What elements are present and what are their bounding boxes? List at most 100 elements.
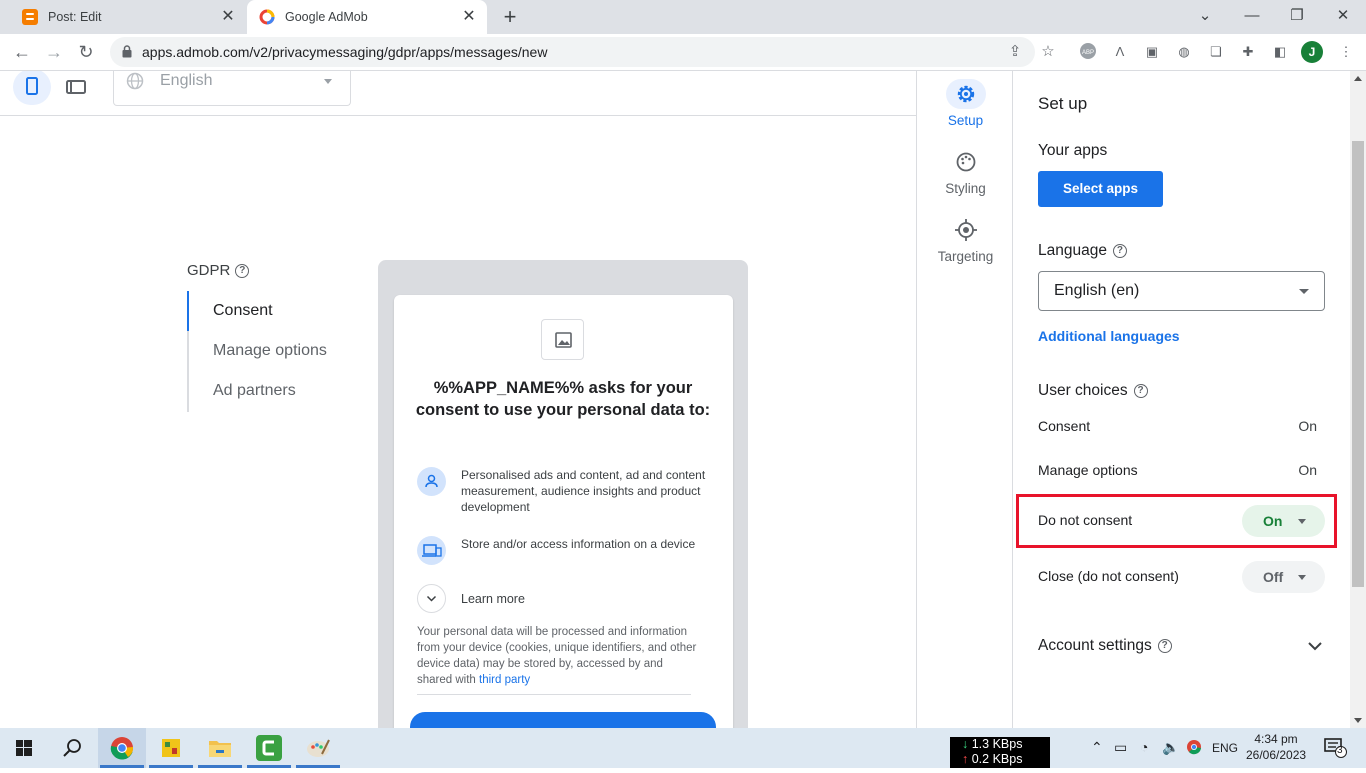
dropdown-value: Off [1263, 569, 1284, 585]
devices-icon [417, 536, 446, 565]
scroll-thumb[interactable] [1352, 141, 1364, 587]
forward-icon[interactable]: → [42, 40, 66, 64]
address-bar[interactable]: apps.admob.com/v2/privacymessaging/gdpr/… [110, 37, 1035, 67]
net-down-value: 1.3 KBps [971, 737, 1023, 751]
paint-icon [307, 739, 330, 757]
tab-google-admob[interactable]: Google AdMob ✕ [247, 0, 487, 34]
tablet-preview-button[interactable] [64, 77, 88, 97]
language-select-value: English (en) [1054, 282, 1140, 299]
wifi-icon[interactable]: ◔ [1140, 739, 1148, 755]
volume-icon[interactable]: 🔈 [1162, 739, 1179, 756]
language-select[interactable]: English (en) [1038, 271, 1325, 311]
taskbar-file-explorer[interactable] [196, 728, 244, 768]
scroll-up-arrow-icon[interactable] [1354, 76, 1362, 81]
system-clock[interactable]: 4:34 pm 26/06/2023 [1246, 731, 1306, 763]
taskbar-paint[interactable] [294, 728, 342, 768]
additional-languages-link[interactable]: Additional languages [1038, 328, 1180, 344]
close-tab-icon[interactable]: ✕ [220, 9, 236, 25]
back-icon[interactable]: ← [10, 40, 34, 64]
battery-icon[interactable]: ▭ [1114, 739, 1127, 756]
rail-item-setup[interactable]: Setup [917, 79, 1014, 128]
gear-icon [945, 79, 986, 109]
consent-button-preview [410, 712, 716, 728]
profile-avatar[interactable]: J [1301, 41, 1323, 63]
tab-search-icon[interactable]: ⌄ [1193, 4, 1217, 28]
consent-title: %%APP_NAME%% asks for your consent to us… [415, 379, 711, 419]
taskbar-chrome[interactable] [98, 728, 146, 768]
side-rail: Setup Styling Targeting [916, 71, 1013, 728]
taskbar-camtasia[interactable] [245, 728, 293, 768]
menu-kebab-icon[interactable]: ⋮ [1336, 42, 1356, 62]
search-button[interactable] [48, 728, 96, 768]
user-choices-heading: User choices ? [1038, 382, 1148, 400]
share-icon[interactable]: ⇪ [1006, 43, 1024, 61]
gdpr-nav: Consent Manage options Ad partners [187, 291, 357, 412]
person-icon [417, 467, 446, 496]
chrome-icon [110, 737, 134, 760]
chevron-down-icon[interactable] [1306, 637, 1324, 655]
gdpr-nav-ad-partners[interactable]: Ad partners [213, 382, 296, 400]
help-icon[interactable]: ? [1112, 244, 1127, 258]
globe-extension-icon[interactable]: ◍ [1174, 42, 1194, 62]
clock-time: 4:34 pm [1254, 732, 1298, 746]
svg-text:ABP: ABP [1082, 50, 1094, 56]
admob-page: English GDPR ? Consent Manage options Ad… [0, 71, 1366, 728]
network-speed-meter: ↓ 1.3 KBps ↑ 0.2 KBps [950, 737, 1050, 768]
rail-label: Setup [947, 113, 984, 128]
input-language[interactable]: ENG [1212, 741, 1238, 755]
choice-label: Close (do not consent) [1038, 568, 1179, 584]
new-tab-button[interactable]: + [500, 6, 520, 28]
help-icon[interactable]: ? [1157, 639, 1172, 653]
tablet-icon [66, 80, 86, 94]
purpose-text: Store and/or access information on a dev… [461, 537, 696, 551]
taskbar-app-game[interactable] [147, 728, 195, 768]
download-arrow-icon: ↓ [962, 737, 969, 751]
chrome-tray-icon[interactable] [1186, 739, 1202, 758]
palette-icon [946, 147, 986, 177]
setup-panel: Set up Your apps Select apps Language ? … [1014, 71, 1350, 728]
minimize-button[interactable]: — [1240, 4, 1264, 28]
choice-row-manage-options: Manage options On [1038, 455, 1325, 485]
preview-language-select[interactable]: English [113, 71, 351, 106]
select-apps-button[interactable]: Select apps [1038, 171, 1163, 207]
clipboard-icon[interactable]: ▣ [1142, 42, 1162, 62]
learn-more-toggle[interactable]: Learn more [417, 584, 525, 613]
copy-extension-icon[interactable]: ❏ [1206, 42, 1226, 62]
close-window-button[interactable]: ✕ [1331, 4, 1355, 28]
restore-button[interactable]: ❐ [1285, 4, 1309, 28]
section-heading-text: Your apps [1038, 142, 1108, 159]
learn-more-label: Learn more [461, 591, 525, 606]
scroll-down-arrow-icon[interactable] [1354, 718, 1362, 723]
tab-title: Post: Edit [48, 10, 102, 24]
side-panel-icon[interactable]: ◧ [1270, 42, 1290, 62]
rail-label: Styling [945, 181, 986, 196]
close-dropdown[interactable]: Off [1242, 561, 1325, 593]
camtasia-icon [256, 735, 282, 761]
account-settings-heading[interactable]: Account settings ? [1038, 637, 1172, 655]
tab-post-edit[interactable]: Post: Edit ✕ [8, 0, 246, 34]
reload-icon[interactable]: ↻ [74, 40, 98, 64]
purpose-store-access: Store and/or access information on a dev… [417, 536, 711, 565]
adblock-icon[interactable]: ABP [1078, 42, 1098, 62]
bookmark-star-icon[interactable]: ☆ [1039, 43, 1057, 61]
blogger-icon [22, 9, 38, 25]
close-tab-icon[interactable]: ✕ [461, 9, 477, 25]
notifications-icon[interactable]: 3 [1324, 737, 1348, 762]
phone-preview-button[interactable] [13, 71, 51, 105]
clock-date: 26/06/2023 [1246, 748, 1307, 762]
puzzle-icon[interactable]: ✚ [1238, 42, 1258, 62]
third-party-link[interactable]: third party [479, 674, 530, 686]
windows-icon [16, 740, 32, 756]
rail-item-styling[interactable]: Styling [917, 147, 1014, 196]
gdpr-title-text: GDPR [187, 262, 231, 279]
help-icon[interactable]: ? [235, 263, 250, 278]
show-hidden-icons-chevron-icon[interactable]: ⌃ [1091, 739, 1103, 756]
rail-item-targeting[interactable]: Targeting [917, 215, 1014, 264]
help-icon[interactable]: ? [1133, 384, 1148, 398]
gdpr-nav-consent[interactable]: Consent [213, 302, 273, 320]
page-scrollbar[interactable] [1350, 71, 1366, 728]
lock-icon[interactable] [122, 45, 132, 63]
extension-a-icon[interactable]: Λ [1110, 42, 1130, 62]
start-button[interactable] [0, 728, 48, 768]
gdpr-nav-manage-options[interactable]: Manage options [213, 342, 327, 360]
